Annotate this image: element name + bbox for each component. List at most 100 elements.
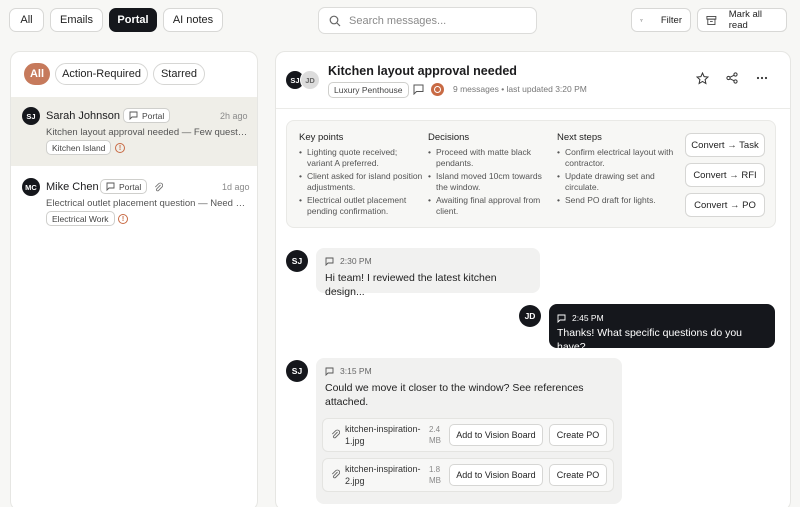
alert-icon: !	[118, 214, 128, 224]
message-text: Thanks! What specific questions do you h…	[557, 327, 743, 353]
conversation-item-mike-chen[interactable]: MC Mike Chen Portal 1d ago Electrical ou…	[11, 170, 257, 230]
thread-summary-card: Key points Lighting quote received; vari…	[286, 120, 776, 228]
conversation-name: Mike Chen	[46, 181, 99, 193]
mark-all-read-button[interactable]: Mark all read	[697, 8, 787, 32]
filter-button[interactable]: Filter	[631, 8, 691, 32]
message-avatar: SJ	[286, 250, 308, 272]
share-button[interactable]	[724, 70, 740, 86]
chat-icon	[129, 111, 138, 120]
convert-to-po-button[interactable]: Convert → PO	[685, 193, 765, 217]
message-bubble[interactable]: 2:45 PM Thanks! What specific questions …	[549, 304, 775, 353]
participant-avatar: JD	[300, 70, 320, 90]
conversation-tag: Kitchen Island	[46, 140, 112, 155]
top-bar: All Emails Portal AI notes Filter Mark a…	[0, 0, 800, 44]
add-to-vision-board-button[interactable]: Add to Vision Board	[449, 464, 543, 486]
search-input[interactable]	[349, 14, 529, 27]
message-time: 2:30 PM	[340, 256, 372, 266]
chat-icon	[106, 182, 115, 191]
chat-icon	[325, 367, 334, 376]
conversation-tag: Electrical Work	[46, 211, 115, 226]
more-horizontal-icon	[756, 76, 768, 80]
message-time: 3:15 PM	[340, 366, 372, 376]
more-options-button[interactable]	[754, 70, 770, 86]
message-text: Could we move it closer to the window? S…	[325, 382, 584, 408]
summary-item: Lighting quote received; variant A prefe…	[299, 147, 424, 169]
tab-ai-notes[interactable]: AI notes	[163, 8, 223, 32]
priority-icon	[431, 83, 444, 96]
filter-icon	[640, 18, 643, 22]
tag-label: Electrical Work	[52, 213, 109, 224]
chat-icon	[325, 257, 334, 266]
message-header: 2:45 PM	[557, 313, 604, 323]
search-box[interactable]	[318, 7, 537, 34]
conversation-name: Sarah Johnson	[46, 110, 120, 122]
filter-action-required[interactable]: Action-Required	[55, 63, 148, 85]
message-avatar: SJ	[286, 360, 308, 382]
star-button[interactable]	[694, 70, 710, 86]
section-heading: Next steps	[557, 132, 602, 143]
create-po-button[interactable]: Create PO	[549, 424, 607, 446]
attachment-item: kitchen-inspiration-1.jpg 2.4 MB Add to …	[322, 418, 614, 452]
message-time: 2:45 PM	[572, 313, 604, 323]
paperclip-icon	[331, 469, 340, 479]
conversation-item-sarah-johnson[interactable]: SJ Sarah Johnson Portal 2h ago Kitchen l…	[11, 97, 257, 166]
search-icon	[329, 15, 341, 26]
thread-panel: SJ JD Kitchen layout approval needed Lux…	[275, 51, 791, 507]
tab-portal[interactable]: Portal	[109, 8, 157, 32]
attachment-name[interactable]: kitchen-inspiration-1.jpg	[345, 424, 427, 447]
archive-icon	[706, 15, 717, 25]
mark-all-read-label: Mark all read	[728, 9, 763, 31]
chat-icon	[557, 314, 566, 323]
project-tag[interactable]: Luxury Penthouse	[328, 82, 409, 98]
summary-item: Island moved 10cm towards the window.	[428, 171, 553, 193]
summary-item: Client asked for island position adjustm…	[299, 171, 424, 193]
star-icon	[695, 71, 709, 85]
alert-icon: !	[115, 143, 125, 153]
conversation-preview: Kitchen layout approval needed — Few que…	[46, 127, 248, 138]
summary-item: Electrical outlet placement pending conf…	[299, 195, 424, 217]
summary-item: Send PO draft for lights.	[557, 195, 682, 206]
conversation-list-panel: All Action-Required Starred SJ Sarah Joh…	[10, 51, 258, 507]
message-avatar: JD	[519, 305, 541, 327]
paperclip-icon	[154, 182, 163, 192]
tab-all[interactable]: All	[9, 8, 44, 32]
channel-label: Portal	[119, 181, 142, 192]
message-header: 2:30 PM	[325, 256, 372, 266]
conversation-time: 2h ago	[220, 111, 248, 121]
key-points-section: Key points Lighting quote received; vari…	[299, 132, 424, 219]
convert-to-rfi-button[interactable]: Convert → RFI	[685, 163, 765, 187]
create-po-button[interactable]: Create PO	[549, 464, 607, 486]
channel-label: Portal	[142, 110, 165, 121]
chat-icon	[413, 84, 424, 95]
channel-badge: Portal	[123, 108, 171, 123]
attachment-size: 2.4 MB	[429, 425, 441, 445]
conversation-preview: Electrical outlet placement question — N…	[46, 198, 248, 209]
add-to-vision-board-button[interactable]: Add to Vision Board	[449, 424, 543, 446]
message-bubble[interactable]: 2:30 PM Hi team! I reviewed the latest k…	[316, 248, 540, 298]
filter-starred[interactable]: Starred	[153, 63, 205, 85]
attachment-item: kitchen-inspiration-2.jpg 1.8 MB Add to …	[322, 458, 614, 492]
share-icon	[726, 72, 738, 84]
tag-label: Kitchen Island	[52, 142, 106, 153]
message-header: 3:15 PM	[325, 366, 372, 376]
summary-item: Update drawing set and circulate.	[557, 171, 682, 193]
thread-meta: 9 messages • last updated 3:20 PM	[453, 84, 587, 94]
section-heading: Key points	[299, 132, 344, 143]
header-divider	[276, 108, 790, 109]
conversation-time: 1d ago	[222, 182, 250, 192]
message-bubble[interactable]: 3:15 PM Could we move it closer to the w…	[316, 358, 622, 504]
section-heading: Decisions	[428, 132, 470, 143]
next-steps-section: Next steps Confirm electrical layout wit…	[557, 132, 682, 208]
avatar: SJ	[22, 107, 40, 125]
project-tag-label: Luxury Penthouse	[334, 85, 403, 95]
decisions-section: Decisions Proceed with matte black penda…	[428, 132, 553, 219]
thread-title: Kitchen layout approval needed	[328, 64, 517, 78]
attachment-name[interactable]: kitchen-inspiration-2.jpg	[345, 464, 427, 487]
summary-item: Awaiting final approval from client.	[428, 195, 553, 217]
paperclip-icon	[331, 429, 340, 439]
tab-emails[interactable]: Emails	[50, 8, 103, 32]
filter-label: Filter	[660, 14, 682, 26]
filter-all[interactable]: All	[24, 63, 50, 85]
summary-item: Proceed with matte black pendants.	[428, 147, 553, 169]
convert-to-task-button[interactable]: Convert → Task	[685, 133, 765, 157]
